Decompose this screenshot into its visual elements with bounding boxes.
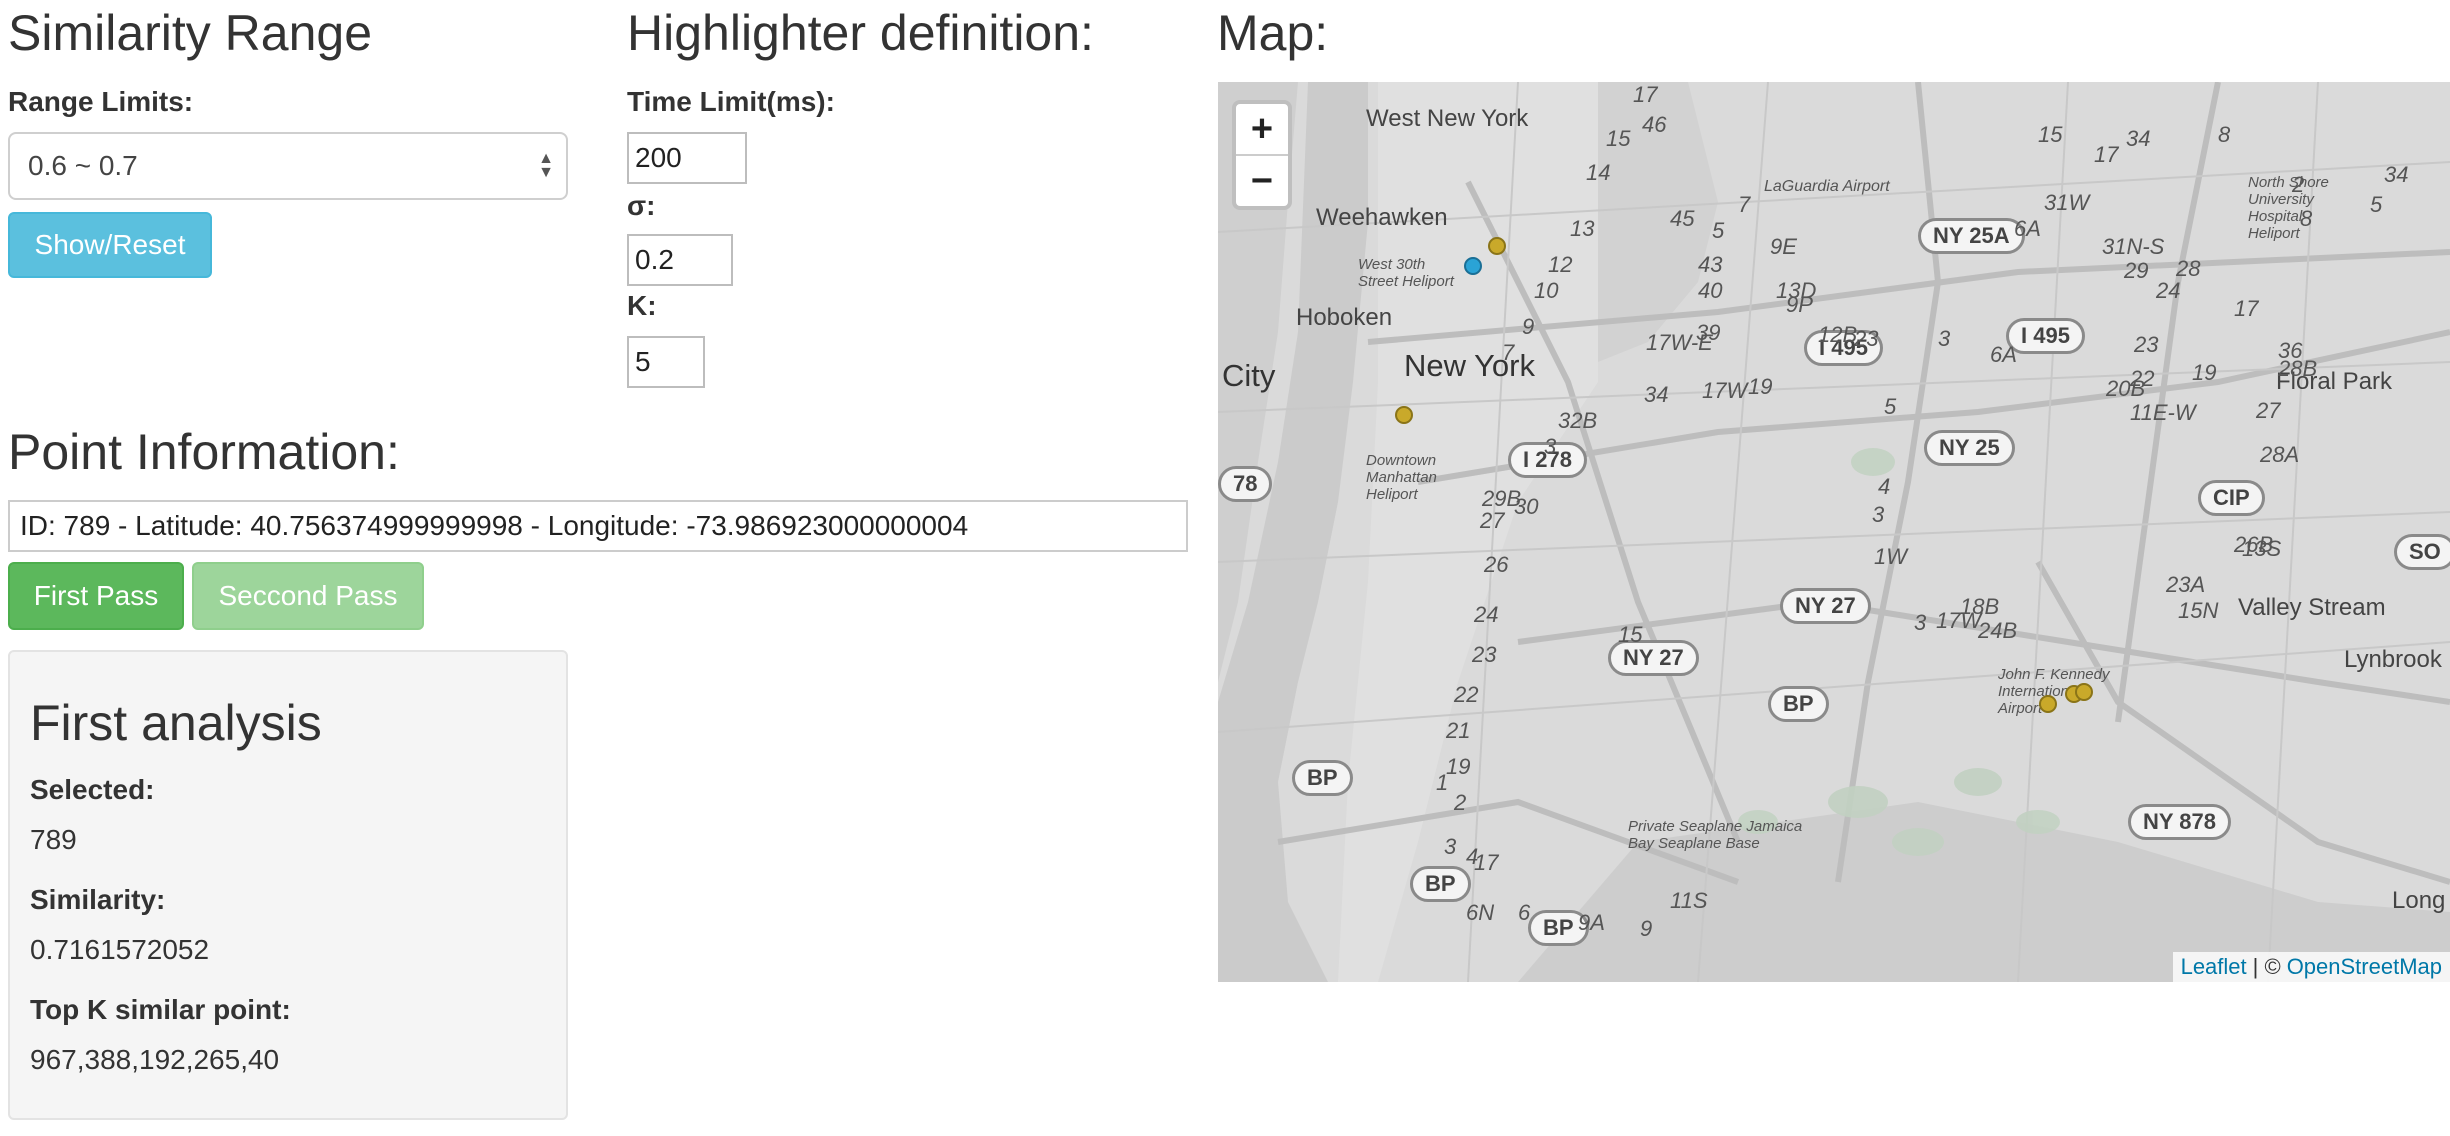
first-pass-button[interactable]: First Pass [8, 562, 184, 630]
similar-point-marker[interactable] [2075, 683, 2093, 701]
point-information-title: Point Information: [8, 424, 400, 480]
leaflet-link[interactable]: Leaflet [2181, 954, 2247, 980]
k-input[interactable]: 5 [627, 336, 705, 388]
map-title: Map: [1217, 5, 1329, 61]
map-attribution: Leaflet | © OpenStreetMap [2172, 952, 2450, 982]
zoom-out-button[interactable]: − [1236, 156, 1288, 206]
show-reset-button[interactable]: Show/Reset [8, 212, 212, 278]
selected-value: 789 [30, 824, 77, 855]
similarity-range-title: Similarity Range [8, 5, 373, 61]
zoom-in-button[interactable]: + [1236, 104, 1288, 156]
similarity-value: 0.7161572052 [30, 934, 210, 965]
point-info-field[interactable]: ID: 789 - Latitude: 40.756374999999998 -… [8, 500, 1188, 552]
select-arrows-icon: ▲ ▼ [538, 150, 554, 181]
similar-point-marker[interactable] [1488, 237, 1506, 255]
similarity-label: Similarity: [30, 884, 166, 915]
first-analysis-title: First analysis [30, 695, 322, 751]
marker-layer [1395, 237, 2093, 713]
highlighter-title: Highlighter definition: [627, 5, 1094, 61]
time-limit-label: Time Limit(ms): [627, 86, 835, 117]
time-limit-input[interactable]: 200 [627, 132, 747, 184]
topk-label: Top K similar point: [30, 994, 291, 1025]
selected-point-marker[interactable] [1464, 257, 1482, 275]
topk-value: 967,388,192,265,40 [30, 1044, 280, 1075]
sigma-input[interactable]: 0.2 [627, 234, 733, 286]
openstreetmap-link[interactable]: OpenStreetMap [2287, 954, 2442, 980]
map-container[interactable]: West New York Weehawken Hoboken City New… [1218, 82, 2450, 982]
selected-label: Selected: [30, 774, 155, 805]
sigma-label: σ: [627, 190, 656, 221]
range-limits-label: Range Limits: [8, 86, 194, 117]
k-label: K: [627, 290, 657, 321]
first-analysis-panel: First analysis Selected: 789 Similarity:… [8, 650, 568, 1120]
zoom-control: + − [1232, 100, 1292, 210]
range-limits-select[interactable]: 0.6 ~ 0.7 ▲ ▼ [8, 132, 568, 200]
similar-point-marker[interactable] [1395, 406, 1413, 424]
range-limits-value: 0.6 ~ 0.7 [28, 150, 138, 181]
similar-point-marker[interactable] [2039, 695, 2057, 713]
second-pass-button[interactable]: Seccond Pass [192, 562, 424, 630]
attribution-separator: | © [2252, 954, 2281, 979]
